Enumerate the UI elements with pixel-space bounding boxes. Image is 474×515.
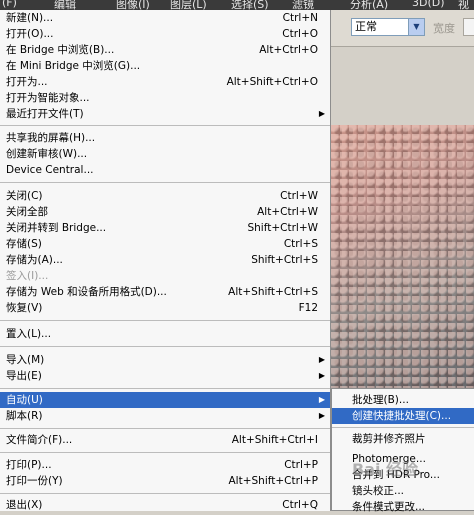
menu-item-save[interactable]: 存储(S) Ctrl+S — [0, 236, 330, 252]
submenu-arrow-icon: ▶ — [318, 371, 325, 380]
submenu-arrow-icon: ▶ — [318, 355, 325, 364]
menu-separator — [0, 320, 330, 321]
menu-item-save-for-web[interactable]: 存储为 Web 和设备所用格式(D)... Alt+Shift+Ctrl+S — [0, 284, 330, 300]
chevron-down-icon[interactable]: ▼ — [408, 19, 424, 35]
menu-separator — [0, 388, 330, 389]
width-input[interactable] — [463, 18, 474, 36]
menu-item-revert[interactable]: 恢复(V) F12 — [0, 300, 330, 316]
submenu-item-conditional-mode-change[interactable]: 条件模式更改... — [332, 499, 474, 515]
menu-item-scripts[interactable]: 脚本(R) ▶ — [0, 408, 330, 424]
menubar-edit[interactable]: 编辑 — [54, 0, 76, 10]
menu-item-place[interactable]: 置入(L)... — [0, 326, 330, 342]
automate-submenu: 批处理(B)... 创建快捷批处理(C)... 裁剪并修齐照片 Photomer… — [331, 388, 474, 513]
menu-separator — [332, 427, 474, 428]
menu-item-file-info[interactable]: 文件简介(F)... Alt+Shift+Ctrl+I — [0, 432, 330, 448]
menubar-image[interactable]: 图像(I) — [116, 0, 150, 10]
menu-item-open-smart-object[interactable]: 打开为智能对象... — [0, 90, 330, 106]
menu-item-browse-bridge[interactable]: 在 Bridge 中浏览(B)... Alt+Ctrl+O — [0, 42, 330, 58]
menu-separator — [0, 452, 330, 453]
menubar-select[interactable]: 选择(S) — [231, 0, 269, 10]
submenu-item-create-droplet[interactable]: 创建快捷批处理(C)... — [332, 408, 474, 424]
menubar-filter[interactable]: 滤镜 — [292, 0, 314, 10]
submenu-arrow-icon: ▶ — [318, 109, 325, 118]
menu-item-new[interactable]: 新建(N)... Ctrl+N — [0, 10, 330, 26]
submenu-arrow-icon: ▶ — [318, 395, 325, 404]
menu-item-print-one-copy[interactable]: 打印一份(Y) Alt+Shift+Ctrl+P — [0, 473, 330, 489]
menu-item-close-go-bridge[interactable]: 关闭并转到 Bridge... Shift+Ctrl+W — [0, 220, 330, 236]
options-bar: 正常 ▼ 宽度 — [331, 10, 474, 47]
menu-item-device-central[interactable]: Device Central... — [0, 162, 330, 178]
menu-item-export[interactable]: 导出(E) ▶ — [0, 368, 330, 384]
menubar-view[interactable]: 视 — [458, 0, 469, 10]
menubar-layer[interactable]: 图层(L) — [170, 0, 207, 10]
menu-item-create-review[interactable]: 创建新审核(W)... — [0, 146, 330, 162]
menu-separator — [0, 182, 330, 183]
submenu-item-crop-straighten[interactable]: 裁剪并修齐照片 — [332, 431, 474, 447]
menubar-analysis[interactable]: 分析(A) — [350, 0, 388, 10]
menu-item-close[interactable]: 关闭(C) Ctrl+W — [0, 188, 330, 204]
width-label: 宽度 — [433, 22, 455, 35]
blend-mode-select[interactable]: 正常 ▼ — [351, 18, 425, 36]
menu-item-browse-mini-bridge[interactable]: 在 Mini Bridge 中浏览(G)... — [0, 58, 330, 74]
menu-separator — [0, 493, 330, 494]
menubar-3d[interactable]: 3D(D) — [412, 0, 445, 9]
watermark: Bai 经验 — [352, 460, 419, 479]
blend-mode-value: 正常 — [355, 20, 377, 33]
menu-separator — [0, 125, 330, 126]
menu-item-share-screen[interactable]: 共享我的屏幕(H)... — [0, 130, 330, 146]
menu-item-automate[interactable]: 自动(U) ▶ — [0, 392, 330, 408]
file-menu: 新建(N)... Ctrl+N 打开(O)... Ctrl+O 在 Bridge 中… — [0, 10, 331, 511]
menu-item-check-in: 签入(I)... — [6, 270, 49, 282]
menu-item-import[interactable]: 导入(M) ▶ — [0, 352, 330, 368]
menu-separator — [0, 428, 330, 429]
submenu-arrow-icon: ▶ — [318, 411, 325, 420]
submenu-item-batch[interactable]: 批处理(B)... — [332, 392, 474, 408]
menu-separator — [0, 346, 330, 347]
menu-item-print[interactable]: 打印(P)... Ctrl+P — [0, 457, 330, 473]
document-header — [331, 47, 474, 126]
menu-item-save-as[interactable]: 存储为(A)... Shift+Ctrl+S — [0, 252, 330, 268]
submenu-item-lens-correction[interactable]: 镜头校正... — [332, 483, 474, 499]
menu-bar: (F) 编辑 图像(I) 图层(L) 选择(S) 滤镜 分析(A) 3D(D) … — [0, 0, 474, 10]
menu-item-close-all[interactable]: 关闭全部 Alt+Ctrl+W — [0, 204, 330, 220]
menu-item-open-as[interactable]: 打开为... Alt+Shift+Ctrl+O — [0, 74, 330, 90]
menu-item-open[interactable]: 打开(O)... Ctrl+O — [0, 26, 330, 42]
menu-item-recent-files[interactable]: 最近打开文件(T) ▶ — [0, 106, 330, 122]
menubar-file[interactable]: (F) — [2, 0, 17, 9]
